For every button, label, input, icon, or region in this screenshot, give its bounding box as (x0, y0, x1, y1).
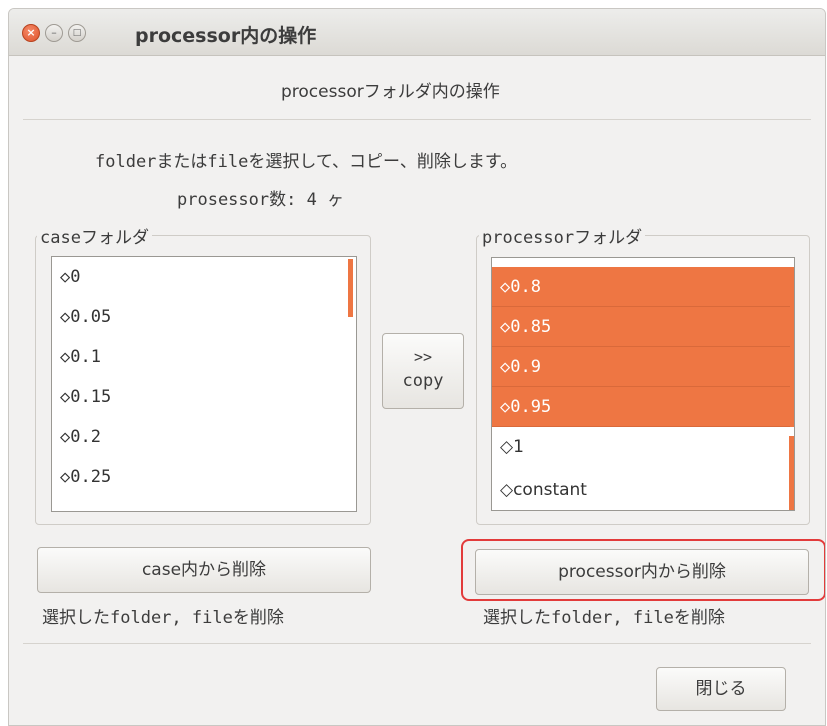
maximize-window-icon[interactable]: □ (68, 24, 86, 42)
processor-folder-label: processorフォルダ (479, 223, 646, 248)
processor-list-item-selected[interactable]: ◇0.8 (492, 267, 794, 307)
close-window-icon[interactable]: × (22, 24, 40, 42)
case-list-item[interactable]: ◇0 (52, 257, 348, 297)
processor-count-label: prosessor数: 4 ヶ (177, 190, 345, 210)
copy-arrow: >> (413, 348, 433, 366)
bottom-divider (23, 643, 811, 644)
case-list-item[interactable]: ◇0.15 (52, 377, 348, 417)
window-title: processor内の操作 (135, 25, 317, 47)
title-bar: × – □ processor内の操作 (9, 9, 825, 56)
dialog-window: × – □ processor内の操作 processorフォルダ内の操作 fo… (8, 8, 826, 726)
case-list-item[interactable]: ◇0.25 (52, 457, 348, 497)
top-divider (23, 119, 811, 120)
processor-delete-note: 選択したfolder, fileを削除 (483, 608, 725, 628)
processor-list-item-selected[interactable]: ◇0.95 (492, 387, 794, 427)
minimize-window-icon[interactable]: – (45, 24, 63, 42)
close-button[interactable]: 閉じる (656, 667, 786, 711)
delete-from-case-button[interactable]: case内から削除 (37, 547, 371, 593)
case-folder-list[interactable]: ◇0 ◇0.05 ◇0.1 ◇0.15 ◇0.2 ◇0.25 (51, 256, 357, 512)
processor-list-item[interactable]: ◇1 (492, 427, 788, 467)
copy-label: copy (402, 371, 444, 391)
processor-list-scrollbar-track-selected (790, 267, 794, 427)
processor-list-item-selected[interactable]: ◇0.85 (492, 307, 794, 347)
case-delete-note: 選択したfolder, fileを削除 (42, 608, 284, 628)
copy-button[interactable]: >> copy (382, 333, 464, 409)
case-list-item[interactable]: ◇0.1 (52, 337, 348, 377)
processor-list-item[interactable]: ◇constant (492, 470, 788, 510)
case-list-item[interactable]: ◇0.05 (52, 297, 348, 337)
processor-list-item-selected[interactable]: ◇0.9 (492, 347, 794, 387)
section-title: processorフォルダ内の操作 (281, 82, 500, 102)
processor-folder-list[interactable]: ◇0.8 ◇0.85 ◇0.9 ◇0.95 ◇1 ◇constant (491, 257, 795, 511)
instruction-text: folderまたはfileを選択して、コピー、削除します。 (95, 152, 518, 172)
delete-from-processor-button[interactable]: processor内から削除 (475, 549, 809, 595)
case-list-scrollbar[interactable] (348, 259, 353, 317)
case-folder-label: caseフォルダ (37, 223, 152, 248)
processor-list-scrollbar[interactable] (789, 436, 794, 510)
case-list-item[interactable]: ◇0.2 (52, 417, 348, 457)
